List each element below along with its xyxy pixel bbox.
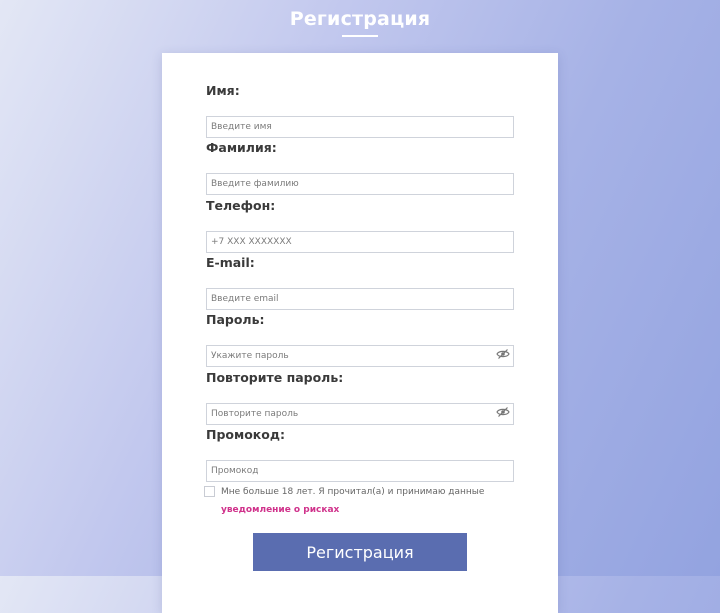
first-name-input[interactable] [206, 116, 514, 138]
repeat-password-field: Повторите пароль: [206, 369, 514, 425]
registration-card: Имя: Фамилия: Телефон: E-mail: Пароль: [162, 53, 558, 613]
consent-checkbox[interactable] [204, 486, 215, 497]
consent-text: Мне больше 18 лет. Я прочитал(а) и прини… [221, 487, 485, 497]
eye-slash-icon[interactable] [496, 406, 510, 418]
email-input[interactable] [206, 288, 514, 310]
title-underline [342, 35, 378, 37]
phone-label: Телефон: [206, 198, 276, 213]
email-label: E-mail: [206, 255, 255, 270]
last-name-input[interactable] [206, 173, 514, 195]
page-title: Регистрация [289, 8, 431, 30]
phone-input[interactable] [206, 231, 514, 253]
password-label: Пароль: [206, 312, 265, 327]
risk-notice-link[interactable]: уведомление о рисках [221, 504, 339, 516]
register-button[interactable]: Регистрация [253, 533, 467, 571]
first-name-field: Имя: [206, 82, 514, 138]
promo-code-input[interactable] [206, 460, 514, 482]
repeat-password-input[interactable] [206, 403, 514, 425]
promo-code-label: Промокод: [206, 427, 285, 442]
promo-code-field: Промокод: [206, 426, 514, 482]
password-field: Пароль: [206, 311, 514, 367]
first-name-label: Имя: [206, 83, 240, 98]
repeat-password-label: Повторите пароль: [206, 370, 344, 385]
last-name-label: Фамилия: [206, 140, 277, 155]
email-field: E-mail: [206, 254, 514, 310]
phone-field: Телефон: [206, 197, 514, 253]
eye-slash-icon[interactable] [496, 348, 510, 360]
last-name-field: Фамилия: [206, 139, 514, 195]
password-input[interactable] [206, 345, 514, 367]
